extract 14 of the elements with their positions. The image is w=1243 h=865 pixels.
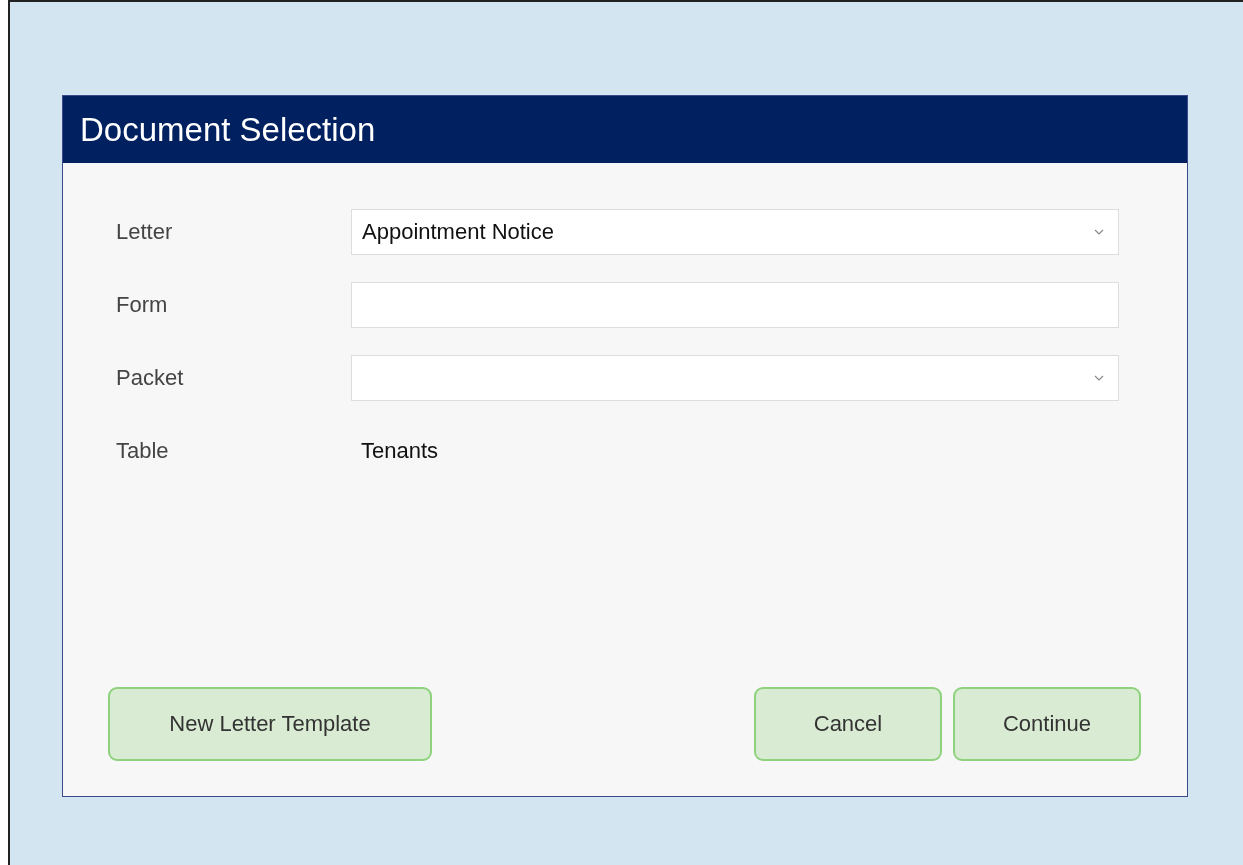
field-label: Form xyxy=(115,292,169,318)
field-label: Letter xyxy=(115,219,174,245)
field-label: Packet xyxy=(115,365,185,391)
dropdown-field[interactable] xyxy=(351,355,1119,401)
dialog-button[interactable]: Continue xyxy=(953,687,1141,761)
chevron-down-icon xyxy=(1094,375,1104,381)
input-field[interactable] xyxy=(351,282,1119,328)
field-value: Tenants xyxy=(360,438,439,464)
dialog-title: Document Selection xyxy=(80,110,376,149)
new-template-button[interactable]: New Letter Template xyxy=(108,687,432,761)
chevron-down-icon xyxy=(1094,229,1104,235)
field-label: Table xyxy=(115,438,170,464)
dialog-button[interactable]: Cancel xyxy=(754,687,942,761)
dropdown-field[interactable]: Appointment Notice xyxy=(351,209,1119,255)
